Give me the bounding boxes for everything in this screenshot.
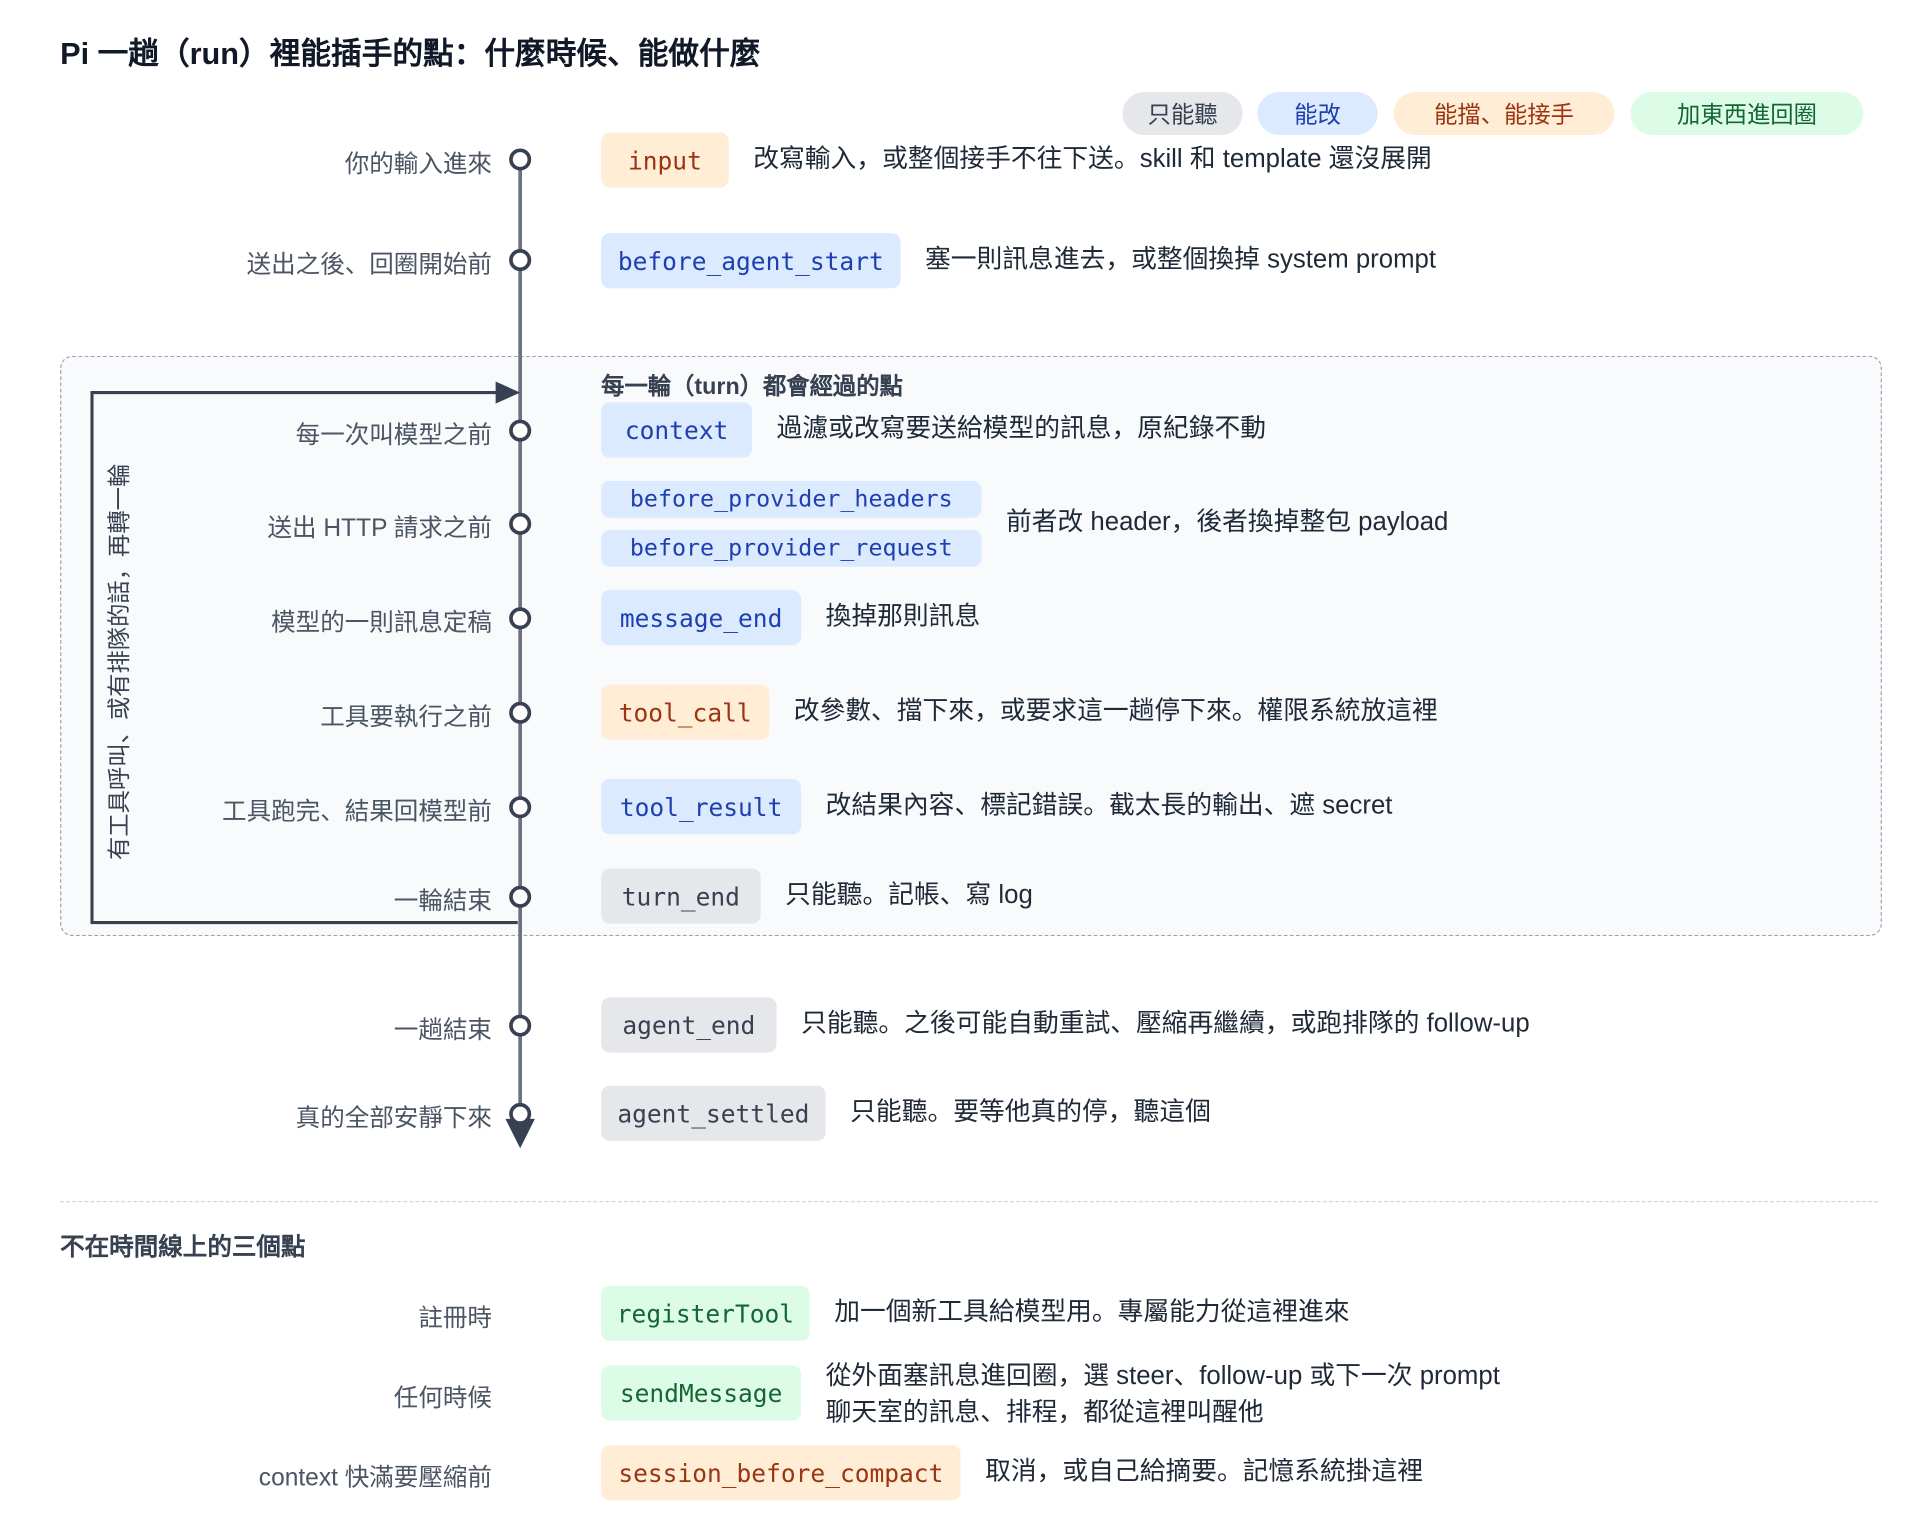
loop-arrow [90,391,518,925]
desc-message-end: 換掉那則訊息 [825,602,981,631]
desc-context: 過濾或改寫要送給模型的訊息，原紀錄不動 [776,414,1267,443]
label-message-end: 模型的一則訊息定稿 [271,609,492,637]
hook-tool-result: tool_result [601,779,802,835]
timeline-node-input [509,148,532,171]
hook-message-end: message_end [601,590,802,646]
desc-tool-call: 改參數、擋下來，或要求這一趟停下來。權限系統放這裡 [793,696,1438,726]
hook-agent-settled: agent_settled [601,1085,826,1141]
hook-input: input [601,132,729,188]
desc-provider: 前者改 header，後者換掉整包 payload [1005,507,1449,537]
label-context: 每一次叫模型之前 [295,422,492,450]
timeline-node-provider [509,512,532,535]
desc-send-message-line1: 從外面塞訊息進回圈，選 steer、follow-up 或下一次 prompt [825,1361,1500,1390]
label-agent-end: 一趟結束 [393,1017,492,1045]
hook-send-message: sendMessage [601,1365,802,1421]
hook-before-agent-start: before_agent_start [601,233,901,289]
label-provider: 送出 HTTP 請求之前 [267,515,492,543]
hook-before-provider-request: before_provider_request [601,529,982,567]
desc-input: 改寫輸入，或整個接手不往下送。skill 和 template 還沒展開 [753,144,1432,173]
hook-turn-end: turn_end [601,868,761,924]
hook-register-tool: registerTool [601,1285,810,1341]
timeline-node-tool-result [509,796,532,819]
timeline-node-turn-end [509,885,532,908]
desc-register-tool: 加一個新工具給模型用。專屬能力從這裡進來 [834,1297,1350,1327]
desc-tool-result: 改結果內容、標記錯誤。截太長的輸出、遮 secret [825,791,1393,820]
label-tool-call: 工具要執行之前 [320,704,492,732]
timeline-node-message-end [509,607,532,630]
hook-agent-end: agent_end [601,997,777,1053]
desc-before-agent-start: 塞一則訊息進去，或整個換掉 system prompt [925,245,1437,274]
section-divider [60,1201,1879,1203]
timeline-node-agent-settled [509,1102,532,1125]
timeline-node-before-agent-start [509,249,532,272]
hook-before-provider-headers: before_provider_headers [601,480,982,518]
label-input: 你的輸入進來 [344,150,492,178]
label-register-tool: 註冊時 [418,1305,492,1333]
hook-context: context [601,402,753,458]
desc-agent-settled: 只能聽。要等他真的停，聽這個 [850,1097,1211,1127]
label-before-agent-start: 送出之後、回圈開始前 [246,251,492,279]
timeline-node-agent-end [509,1014,532,1037]
hook-session-before-compact: session_before_compact [601,1445,961,1501]
desc-agent-end: 只能聽。之後可能自動重試、壓縮再繼續，或跑排隊的 follow-up [801,1009,1530,1038]
label-agent-settled: 真的全部安靜下來 [295,1105,492,1133]
label-tool-result: 工具跑完、結果回模型前 [222,798,492,826]
desc-turn-end: 只能聽。記帳、寫 log [785,880,1033,910]
hook-diagram: Pi 一趟（run）裡能插手的點：什麼時候、能做什麼 只能聽 能改 能擋、能接手… [0,0,1920,1509]
label-turn-end: 一輪結束 [393,888,492,916]
label-send-message: 任何時候 [393,1385,492,1413]
timeline-node-context [509,419,532,442]
loop-arrowhead [495,381,521,404]
offline-section-title: 不在時間線上的三個點 [60,1234,306,1262]
hook-tool-call: tool_call [601,684,770,740]
timeline-svg [90,157,535,1149]
timeline-node-tool-call [509,701,532,724]
desc-send-message-line2: 聊天室的訊息、排程，都從這裡叫醒他 [825,1398,1264,1427]
label-session-before-compact: context 快滿要壓縮前 [258,1464,492,1492]
desc-session-before-compact: 取消，或自己給摘要。記憶系統掛這裡 [985,1457,1424,1486]
